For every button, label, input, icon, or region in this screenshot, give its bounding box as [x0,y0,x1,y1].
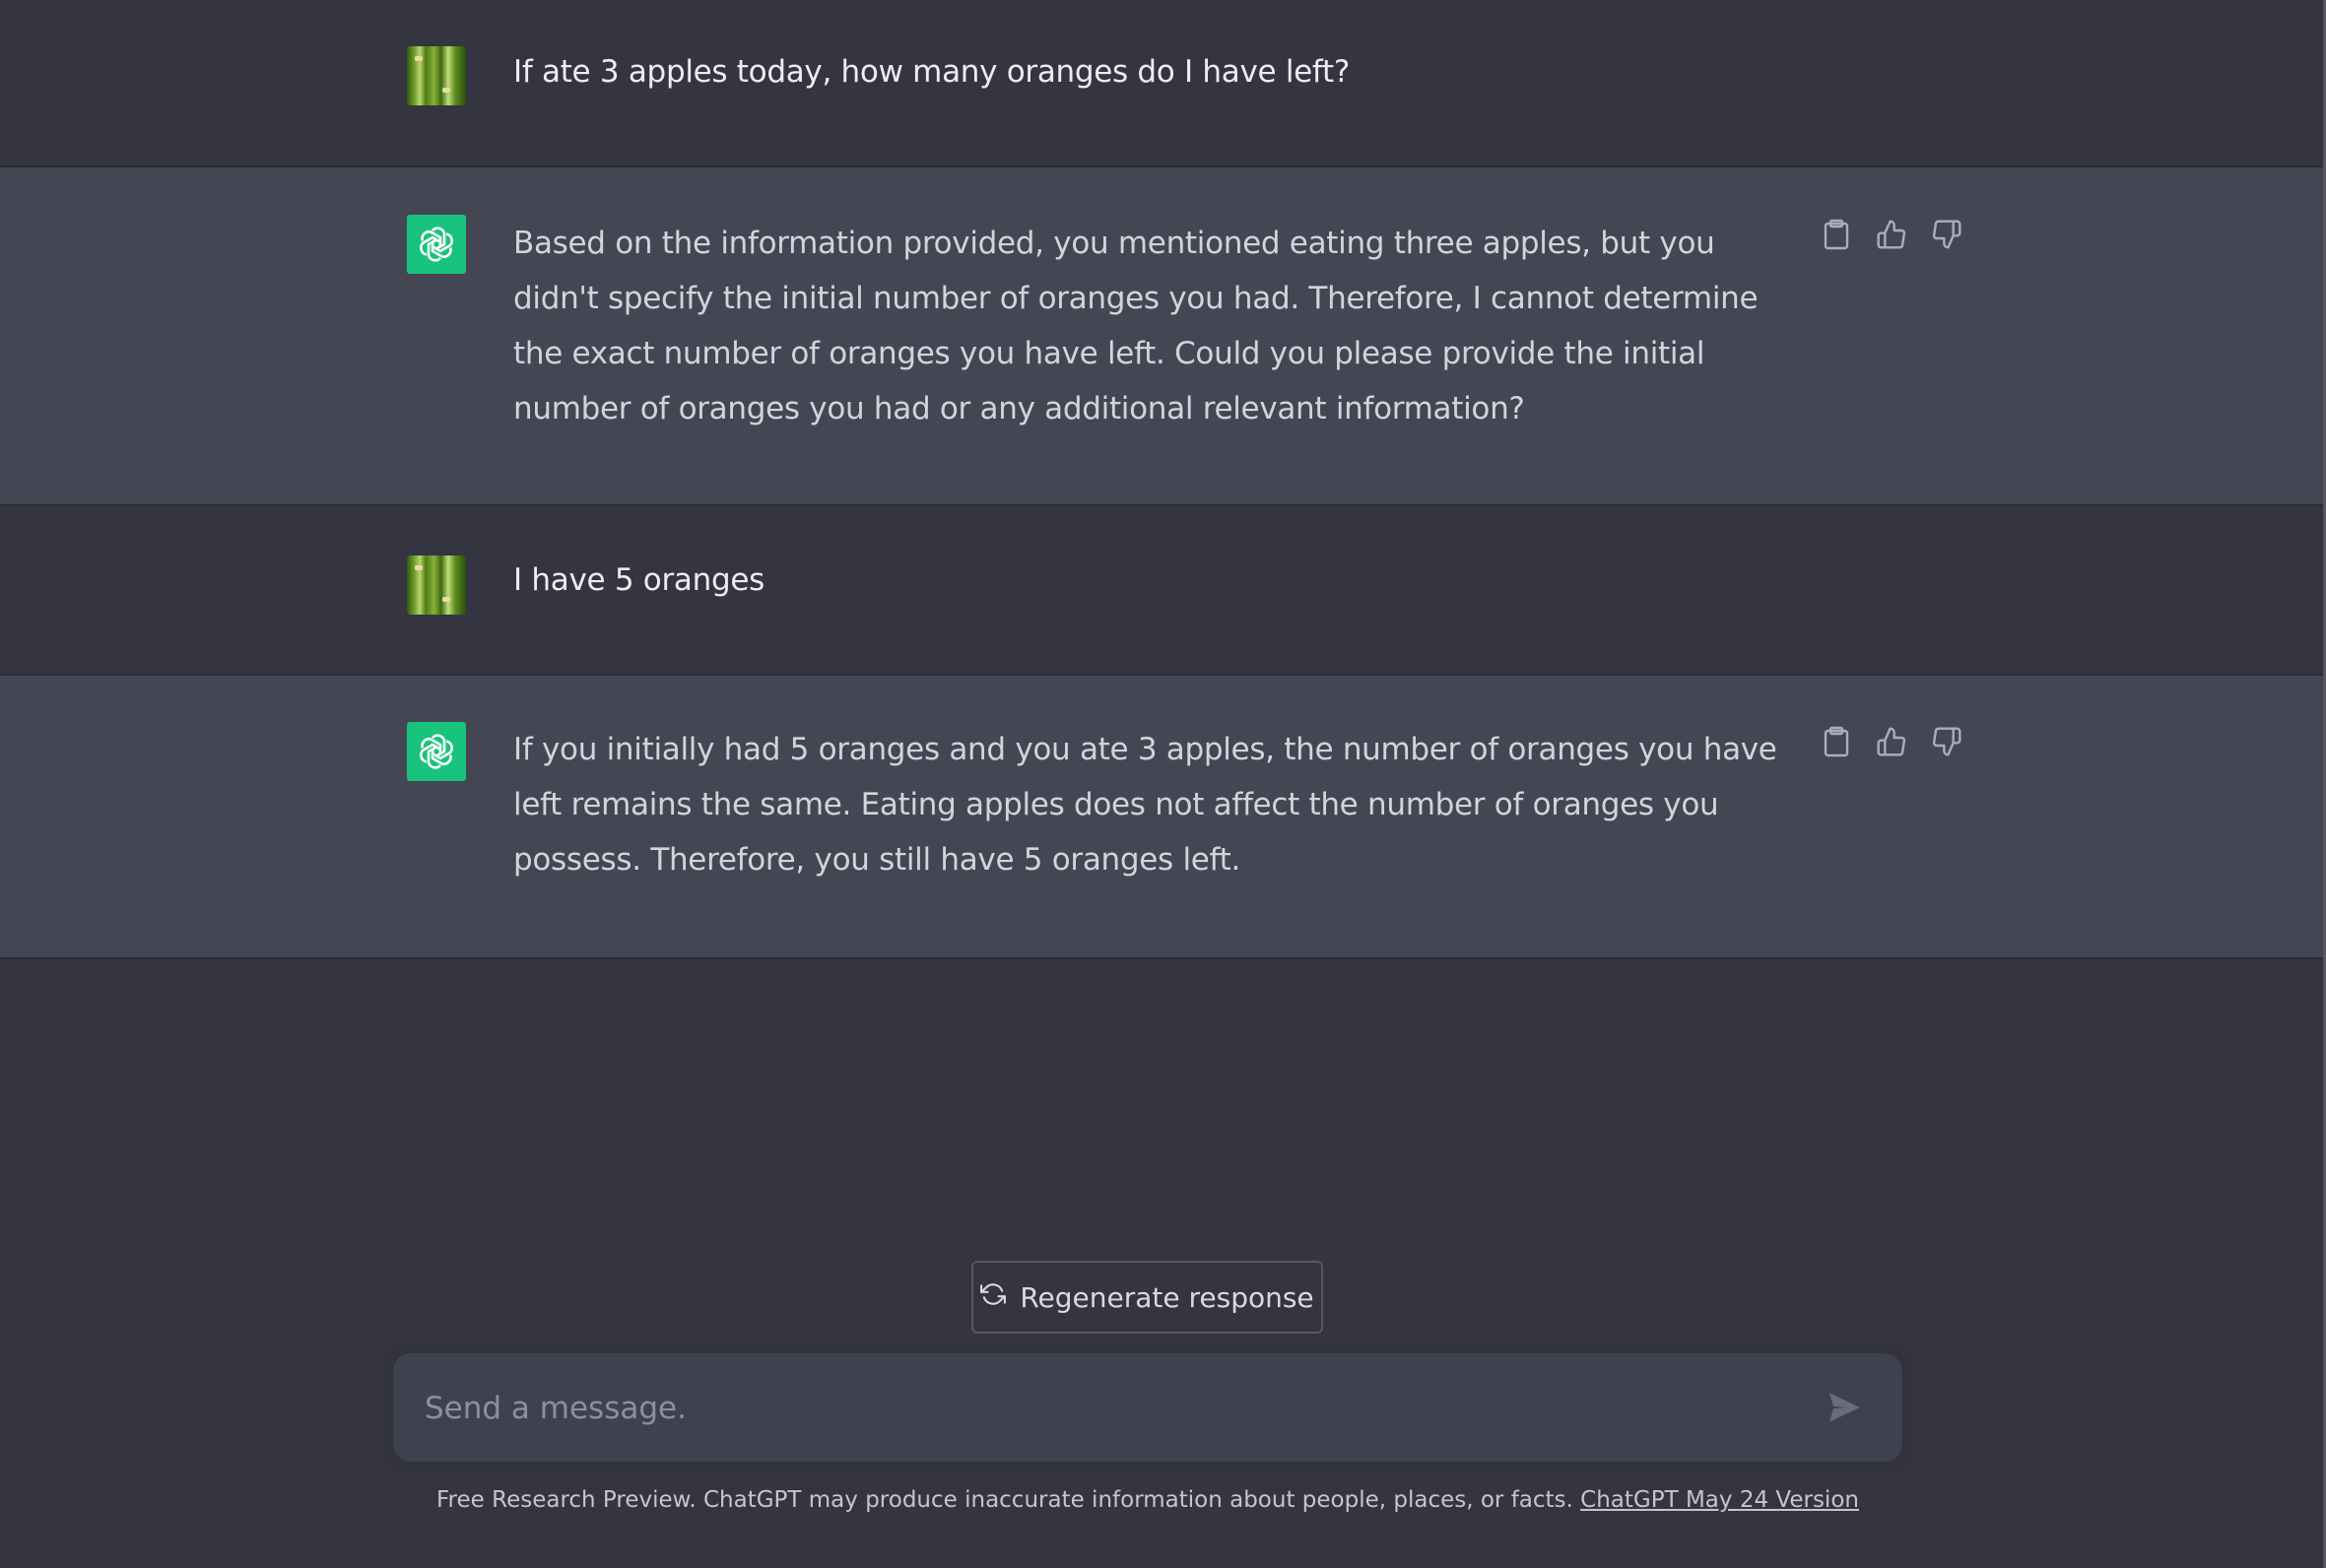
regenerate-response-button[interactable]: Regenerate response [971,1261,1323,1334]
refresh-icon [980,1281,1007,1314]
message-text: Based on the information provided, you m… [513,226,1759,426]
message-composer [393,1353,1902,1464]
thumbs-up-icon[interactable] [1876,726,1907,757]
send-icon[interactable] [1826,1389,1863,1426]
user-message: I have 5 oranges [0,506,2323,676]
chat-page: If ate 3 apples today, how many oranges … [0,0,2326,1568]
regenerate-label: Regenerate response [1020,1280,1314,1314]
footer-text: Free Research Preview. ChatGPT may produ… [436,1487,1573,1513]
clipboard-icon[interactable] [1821,219,1852,250]
message-text: I have 5 oranges [513,562,764,598]
assistant-message: If you initially had 5 oranges and you a… [0,676,2323,959]
thumbs-down-icon[interactable] [1931,726,1962,757]
message-actions [1821,219,1962,250]
user-message: If ate 3 apples today, how many oranges … [0,0,2323,167]
user-avatar [407,46,466,105]
version-link[interactable]: ChatGPT May 24 Version [1580,1487,1859,1513]
message-text: If ate 3 apples today, how many oranges … [513,54,1351,90]
chatgpt-logo-icon [407,215,466,274]
user-avatar [407,555,466,615]
message-input[interactable] [423,1353,1806,1464]
thumbs-up-icon[interactable] [1876,219,1907,250]
assistant-message: Based on the information provided, you m… [0,167,2323,506]
chatgpt-logo-icon [407,722,466,781]
message-actions [1821,726,1962,757]
thumbs-down-icon[interactable] [1931,219,1962,250]
message-text: If you initially had 5 oranges and you a… [513,732,1777,878]
footer-disclaimer: Free Research Preview. ChatGPT may produ… [0,1487,2295,1513]
clipboard-icon[interactable] [1821,726,1852,757]
